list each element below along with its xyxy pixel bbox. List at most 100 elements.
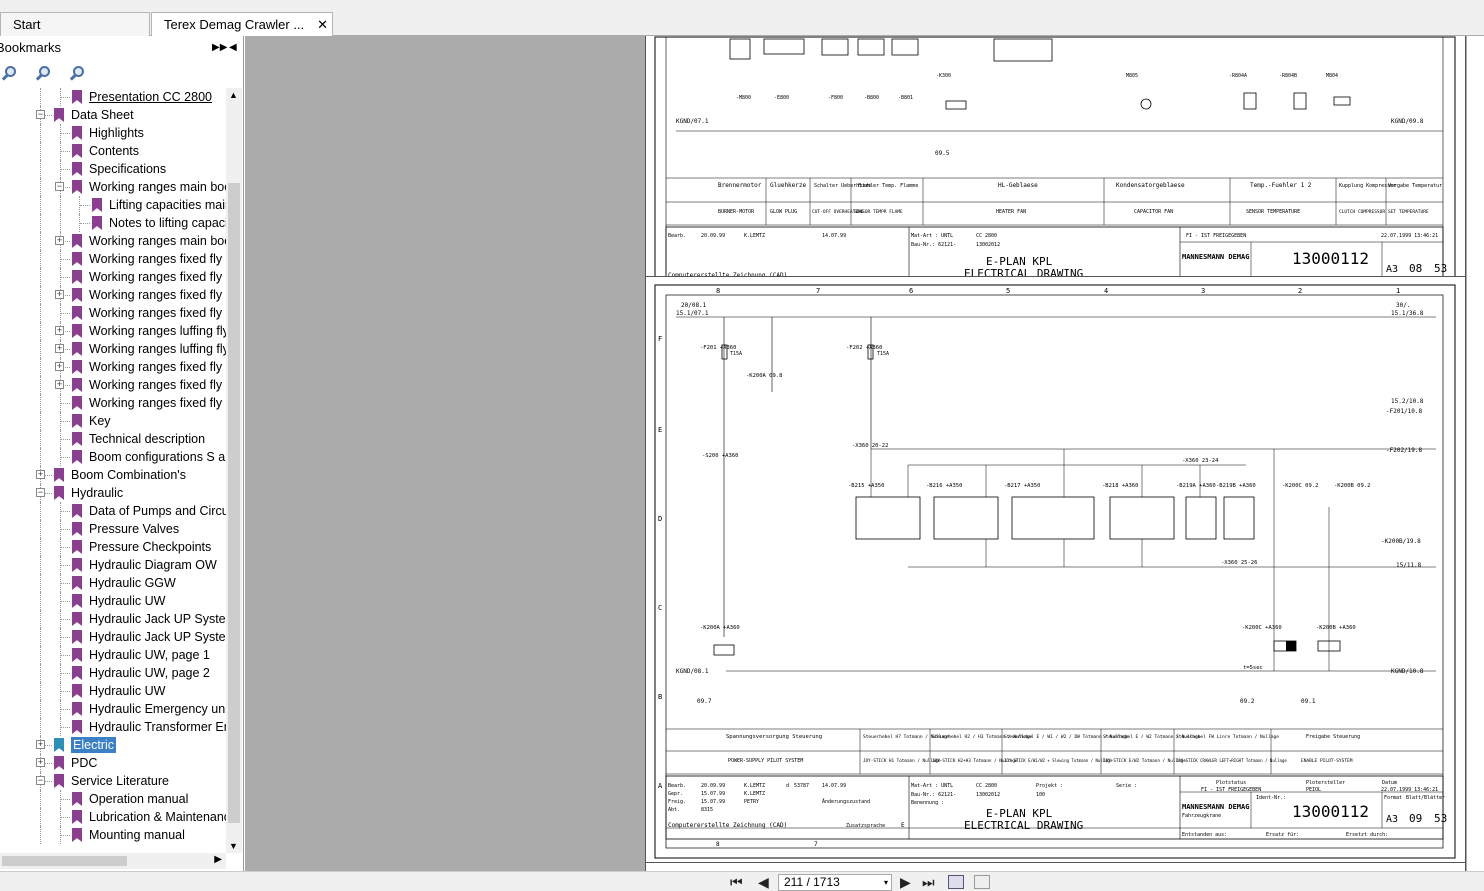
- scroll-down-icon[interactable]: ▼: [229, 841, 238, 851]
- col-3: 3: [1201, 287, 1205, 295]
- bookmark-item[interactable]: Pressure Valves: [0, 520, 226, 538]
- next-page-icon[interactable]: ▶: [900, 873, 911, 891]
- fit-page-icon[interactable]: [948, 875, 964, 889]
- bookmarks-horizontal-scrollbar[interactable]: ▶: [0, 853, 226, 869]
- expand-icon[interactable]: +: [36, 470, 45, 479]
- expand-icon[interactable]: +: [36, 740, 45, 749]
- bookmark-item[interactable]: Specifications: [0, 160, 226, 178]
- bookmark-item[interactable]: + Working ranges fixed fly: [0, 376, 226, 394]
- bookmark-icon: [72, 792, 82, 806]
- bookmark-item[interactable]: Hydraulic Transformer Engine: [0, 718, 226, 736]
- tb9-bottom-col-7: 7: [814, 841, 818, 848]
- bookmark-label: Key: [89, 414, 111, 428]
- collapse-panel-icon[interactable]: ◀: [229, 36, 237, 60]
- scroll-right-icon[interactable]: ▶: [214, 854, 222, 865]
- expand-icon[interactable]: +: [36, 758, 45, 767]
- collapse-icon[interactable]: −: [55, 182, 64, 191]
- tb-ident-big: 13000112: [1292, 249, 1369, 268]
- bookmark-label: Hydraulic GGW: [89, 576, 176, 590]
- bookmark-item[interactable]: + PDC: [0, 754, 226, 772]
- bookmark-item[interactable]: Hydraulic Diagram OW: [0, 556, 226, 574]
- first-page-icon[interactable]: ⏮: [730, 873, 743, 891]
- tree-branch: [60, 151, 70, 152]
- tree-guide: [40, 322, 41, 340]
- bookmark-item[interactable]: Hydraulic UW, page 2: [0, 664, 226, 682]
- bookmark-item[interactable]: Hydraulic UW, page 1: [0, 646, 226, 664]
- bookmark-item[interactable]: + Working ranges main boom: [0, 232, 226, 250]
- tree-branch: [60, 277, 70, 278]
- bookmark-item[interactable]: Hydraulic Emergency unit: [0, 700, 226, 718]
- bookmark-item[interactable]: Working ranges fixed fly: [0, 250, 226, 268]
- find-bookmark-icon[interactable]: [69, 64, 88, 82]
- scroll-up-icon[interactable]: ▲: [229, 90, 238, 100]
- prev-page-icon[interactable]: ◀: [758, 873, 769, 891]
- page-number-select[interactable]: 211 / 1713 ▾: [778, 874, 892, 891]
- bookmark-item[interactable]: Mounting manual: [0, 826, 226, 844]
- bookmark-item[interactable]: Hydraulic Jack UP System: [0, 610, 226, 628]
- bookmark-item[interactable]: − Hydraulic: [0, 484, 226, 502]
- bookmark-item[interactable]: Hydraulic GGW: [0, 574, 226, 592]
- tb9-cad: Computererstellte Zeichnung (CAD): [668, 822, 787, 829]
- fit-width-icon[interactable]: [974, 875, 990, 889]
- last-page-icon[interactable]: ⏭: [922, 873, 935, 891]
- document-viewer[interactable]: -M800 -E800 -F800 -B800 -B801 -K300 M805…: [245, 36, 1467, 871]
- expand-icon[interactable]: +: [55, 362, 64, 371]
- bookmark-item[interactable]: Hydraulic UW: [0, 592, 226, 610]
- bookmark-label: Working ranges fixed fly: [89, 360, 223, 374]
- scroll-thumb[interactable]: [228, 183, 240, 823]
- bookmark-item[interactable]: + Working ranges fixed fly: [0, 358, 226, 376]
- bookmark-item[interactable]: Data of Pumps and Circuits: [0, 502, 226, 520]
- bookmark-item[interactable]: − Working ranges main boom: [0, 178, 226, 196]
- bookmarks-vertical-scrollbar[interactable]: ▲ ▼: [226, 88, 242, 853]
- bookmark-label: Specifications: [89, 162, 167, 176]
- tab-document[interactable]: Terex Demag Crawler ... ✕: [151, 12, 333, 37]
- bookmark-item[interactable]: − Service Literature: [0, 772, 226, 790]
- add-bookmark-icon[interactable]: [35, 64, 54, 82]
- bookmark-icon: [72, 540, 82, 554]
- bookmark-item[interactable]: Working ranges fixed fly: [0, 268, 226, 286]
- bookmark-item[interactable]: Highlights: [0, 124, 226, 142]
- hscroll-thumb[interactable]: [2, 856, 127, 866]
- bookmark-item[interactable]: + Boom Combination's: [0, 466, 226, 484]
- expand-icon[interactable]: +: [55, 326, 64, 335]
- chevron-down-icon[interactable]: ▾: [884, 875, 888, 890]
- collapse-icon[interactable]: −: [36, 110, 45, 119]
- bookmark-item[interactable]: + Working ranges luffing fly: [0, 322, 226, 340]
- ref-r1: 15.2/10.8: [1391, 398, 1424, 405]
- bookmark-item[interactable]: Notes to lifting capacities: [0, 214, 226, 232]
- bookmark-item[interactable]: Pressure Checkpoints: [0, 538, 226, 556]
- bookmark-item[interactable]: + Electric: [0, 736, 226, 754]
- bookmark-item[interactable]: Boom configurations S and: [0, 448, 226, 466]
- bookmark-item[interactable]: Hydraulic UW: [0, 682, 226, 700]
- expand-all-icon[interactable]: ▶▶: [212, 36, 227, 60]
- bookmark-item[interactable]: Technical description: [0, 430, 226, 448]
- bookmark-item[interactable]: Working ranges fixed fly: [0, 394, 226, 412]
- bookmark-item[interactable]: Contents: [0, 142, 226, 160]
- bookmark-item[interactable]: − Data Sheet: [0, 106, 226, 124]
- collapse-icon[interactable]: −: [36, 488, 45, 497]
- expand-icon[interactable]: +: [55, 290, 64, 299]
- bookmark-item[interactable]: Lubrication & Maintenance: [0, 808, 226, 826]
- expand-icon[interactable]: +: [55, 380, 64, 389]
- label-x360-1: -X360 20-22: [852, 443, 888, 449]
- bookmark-item[interactable]: Hydraulic Jack UP System: [0, 628, 226, 646]
- bookmark-item[interactable]: Working ranges fixed fly: [0, 304, 226, 322]
- bookmark-item[interactable]: Operation manual: [0, 790, 226, 808]
- tb9-matart: Mat-Art : UNTL: [911, 783, 953, 789]
- bookmark-item[interactable]: Presentation CC 2800: [0, 88, 226, 106]
- expand-icon[interactable]: +: [55, 344, 64, 353]
- collapse-icon[interactable]: −: [36, 776, 45, 785]
- tree-branch: [60, 817, 70, 818]
- bookmark-item[interactable]: + Working ranges fixed fly: [0, 286, 226, 304]
- desc-en-5: CAPACITOR FAN: [1134, 209, 1173, 215]
- bookmark-label: Boom Combination's: [71, 468, 186, 482]
- tree-guide: [40, 538, 41, 556]
- bookmark-item[interactable]: + Working ranges luffing fly: [0, 340, 226, 358]
- expand-bookmark-icon[interactable]: [1, 64, 20, 82]
- close-icon[interactable]: ✕: [317, 13, 328, 37]
- label-k200a: -K200A 09.8: [746, 373, 782, 379]
- expand-icon[interactable]: +: [55, 236, 64, 245]
- tab-start[interactable]: Start: [0, 12, 150, 36]
- bookmark-item[interactable]: Lifting capacities main boom: [0, 196, 226, 214]
- bookmark-item[interactable]: Key: [0, 412, 226, 430]
